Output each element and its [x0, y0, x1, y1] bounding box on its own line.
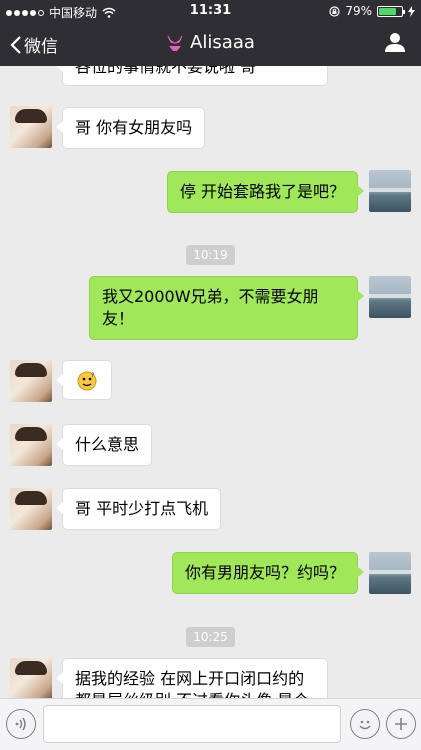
input-bar: [0, 698, 421, 750]
profile-icon: [385, 33, 405, 52]
contact-avatar[interactable]: [10, 106, 52, 148]
my-avatar[interactable]: [369, 276, 411, 318]
message-bubble[interactable]: 停 开始套路我了是吧？: [166, 171, 365, 213]
message-bubble[interactable]: 你有男朋友吗？约吗？: [171, 552, 365, 594]
message-bubble[interactable]: ?: [56, 360, 112, 400]
contact-avatar[interactable]: [10, 658, 52, 698]
message-text: 你有男朋友吗？约吗？: [184, 563, 345, 582]
bikini-icon: [167, 35, 183, 51]
message-text: 哥 平时少打点飞机: [75, 499, 209, 518]
status-right: 79%: [329, 4, 415, 18]
message-bubble[interactable]: 哥 你有女朋友吗: [55, 107, 206, 149]
chat-title: Alisaaa: [0, 32, 421, 53]
message-text: 我又2000W兄弟，不需要女朋友！: [102, 287, 319, 328]
chat-area[interactable]: 各位的事情就不要说啦 哥 哥 你有女朋友吗 停 开始套路我了是吧？ 10:19 …: [0, 66, 421, 698]
battery-percent: 79%: [345, 4, 372, 18]
message-input[interactable]: [43, 705, 341, 743]
more-button[interactable]: [386, 709, 416, 739]
rotation-lock-icon: [329, 5, 340, 17]
message-bubble[interactable]: 据我的经验 在网上开口闭口约的都是屌丝级别 不过看你头像 是个: [56, 658, 328, 698]
contact-avatar[interactable]: [10, 360, 52, 402]
message-text: 什么意思: [75, 435, 140, 454]
emoji-icon: [359, 720, 371, 730]
timestamp: 10:19: [0, 244, 421, 265]
status-bar: 中国移动 11:31 79%: [0, 0, 421, 22]
voice-button[interactable]: [6, 709, 36, 739]
message-text: 据我的经验 在网上开口闭口约的都是屌丝级别 不过看你头像 是个: [75, 669, 309, 698]
profile-button[interactable]: [385, 32, 405, 56]
message-text: 哥 你有女朋友吗: [75, 118, 193, 137]
my-avatar[interactable]: [369, 170, 411, 212]
message-bubble[interactable]: 哥 平时少打点飞机: [55, 488, 222, 530]
message-bubble[interactable]: 我又2000W兄弟，不需要女朋友！: [89, 276, 364, 340]
nav-bar: 微信 Alisaaa: [0, 22, 421, 66]
charging-icon: [408, 5, 415, 17]
plus-icon: [395, 718, 407, 730]
contact-avatar[interactable]: [10, 488, 52, 530]
battery-fill: [379, 7, 397, 15]
voice-icon: [15, 717, 26, 731]
my-avatar[interactable]: [369, 552, 411, 594]
timestamp: 10:25: [0, 626, 421, 647]
chat-title-text: Alisaaa: [190, 32, 255, 53]
battery-icon: [377, 5, 405, 17]
svg-text:?: ?: [91, 372, 94, 379]
emoji-sticker-icon: ?: [77, 371, 97, 391]
emoji-button[interactable]: [350, 709, 380, 739]
contact-avatar[interactable]: [10, 424, 52, 466]
message-bubble[interactable]: 各位的事情就不要说啦 哥: [56, 66, 328, 86]
message-text: 停 开始套路我了是吧？: [179, 182, 345, 201]
message-bubble[interactable]: 什么意思: [55, 424, 153, 466]
message-text: 各位的事情就不要说啦 哥: [75, 66, 257, 76]
